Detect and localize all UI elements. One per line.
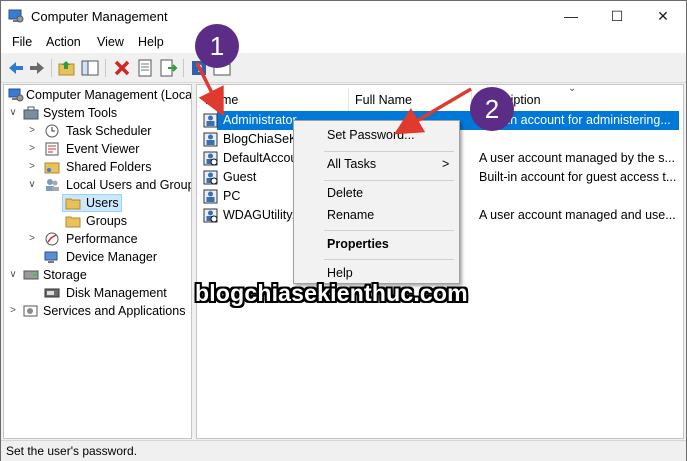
column-header-full-name[interactable]: Full Name	[349, 88, 472, 112]
shared-folder-icon	[44, 162, 60, 174]
tree-item-users[interactable]: Users	[62, 194, 122, 212]
computer-management-icon	[8, 88, 24, 102]
chevron-right-icon[interactable]: >	[27, 140, 37, 158]
user-description: Built-in account for guest access t...	[479, 170, 677, 184]
user-icon	[203, 189, 218, 204]
menu-help[interactable]: Help	[138, 35, 164, 49]
storage-icon	[23, 270, 39, 280]
step-badge-1: 1	[195, 24, 239, 68]
svg-text:?: ?	[196, 63, 202, 75]
console-tree: Computer Management (Local ∨ System Tool…	[3, 84, 192, 439]
chevron-down-icon[interactable]: ∨	[8, 266, 18, 284]
close-button[interactable]: ✕	[640, 1, 686, 31]
computer-management-window: Computer Management — ☐ ✕ File Action Vi…	[0, 0, 687, 461]
status-text: Set the user's password.	[6, 444, 138, 458]
user-icon	[203, 113, 218, 128]
menu-item-delete[interactable]: Delete	[294, 183, 459, 203]
toolbox-icon	[23, 106, 39, 120]
menu-item-set-password[interactable]: Set Password...	[294, 125, 459, 145]
toolbar-separator	[51, 59, 52, 77]
menu-item-properties[interactable]: Properties	[294, 234, 459, 254]
device-manager-icon	[44, 251, 58, 263]
minimize-button[interactable]: —	[548, 1, 594, 31]
export-list-icon[interactable]	[158, 58, 178, 78]
event-viewer-icon	[45, 142, 59, 156]
tree-item-label: Disk Management	[66, 286, 167, 300]
tree-item-label: Event Viewer	[66, 142, 140, 156]
properties-icon[interactable]	[135, 58, 155, 78]
tree-item-label: Groups	[86, 214, 127, 228]
status-bar: Set the user's password.	[1, 440, 686, 461]
title-bar: Computer Management — ☐ ✕	[1, 1, 686, 31]
toolbar-separator	[105, 59, 106, 77]
context-menu: Set Password... All Tasks > Delete Renam…	[293, 120, 460, 284]
toolbar: ?	[1, 53, 686, 83]
menu-view[interactable]: View	[97, 35, 124, 49]
tree-item-label: Performance	[66, 232, 138, 246]
tree-item-label: Local Users and Groups	[66, 178, 192, 192]
watermark: blogchiasekienthuc.com	[195, 280, 468, 306]
delete-icon[interactable]	[112, 58, 132, 78]
menu-separator	[324, 259, 454, 260]
user-description: A user account managed by the s...	[479, 151, 675, 165]
up-folder-icon[interactable]	[57, 58, 77, 78]
chevron-right-icon[interactable]: >	[8, 302, 18, 320]
column-header-name[interactable]: Name	[199, 88, 349, 112]
tree-item-label: System Tools	[43, 106, 118, 120]
menu-item-label: All Tasks	[327, 157, 377, 171]
disk-management-icon	[44, 288, 60, 298]
tree-item-label: Shared Folders	[66, 160, 152, 174]
users-group-icon	[46, 179, 59, 191]
window-title: Computer Management	[31, 9, 168, 24]
menu-action[interactable]: Action	[46, 35, 81, 49]
computer-management-icon	[8, 9, 24, 23]
clock-icon	[45, 124, 59, 138]
services-icon	[23, 305, 38, 317]
user-description: A user account managed and use...	[479, 208, 676, 222]
performance-icon	[45, 232, 59, 246]
chevron-down-icon[interactable]: ∨	[8, 104, 18, 122]
folder-icon	[65, 216, 81, 228]
chevron-right-icon[interactable]: >	[27, 230, 37, 248]
chevron-right-icon[interactable]: >	[27, 122, 37, 140]
menu-item-rename[interactable]: Rename	[294, 205, 459, 225]
maximize-button[interactable]: ☐	[594, 1, 640, 31]
toolbar-separator	[183, 59, 184, 77]
menu-separator	[324, 151, 454, 152]
folder-icon	[65, 198, 81, 210]
user-icon	[203, 132, 218, 147]
menu-separator	[324, 180, 454, 181]
submenu-arrow-icon: >	[442, 157, 450, 171]
tree-item-label: Task Scheduler	[66, 124, 152, 138]
disabled-user-icon	[203, 151, 218, 166]
show-hide-tree-icon[interactable]	[80, 58, 100, 78]
sort-chevron-icon: ⌄	[568, 84, 577, 94]
tree-item-label: Users	[86, 196, 119, 210]
menu-separator	[324, 230, 454, 231]
menu-item-all-tasks[interactable]: All Tasks >	[294, 154, 459, 174]
tree-item-label: Services and Applications	[43, 304, 186, 318]
menu-file[interactable]: File	[12, 35, 32, 49]
disabled-user-icon	[203, 170, 218, 185]
chevron-down-icon[interactable]: ∨	[27, 176, 37, 194]
tree-item-label: Storage	[43, 268, 87, 282]
chevron-right-icon[interactable]: >	[27, 158, 37, 176]
tree-item-label: Device Manager	[66, 250, 158, 264]
forward-arrow-icon[interactable]	[27, 58, 47, 78]
tree-item-label: Computer Management (Local	[26, 88, 192, 102]
step-badge-2: 2	[470, 87, 514, 131]
back-arrow-icon[interactable]	[6, 58, 26, 78]
disabled-user-icon	[203, 208, 218, 223]
menu-bar: File Action View Help	[1, 31, 686, 53]
